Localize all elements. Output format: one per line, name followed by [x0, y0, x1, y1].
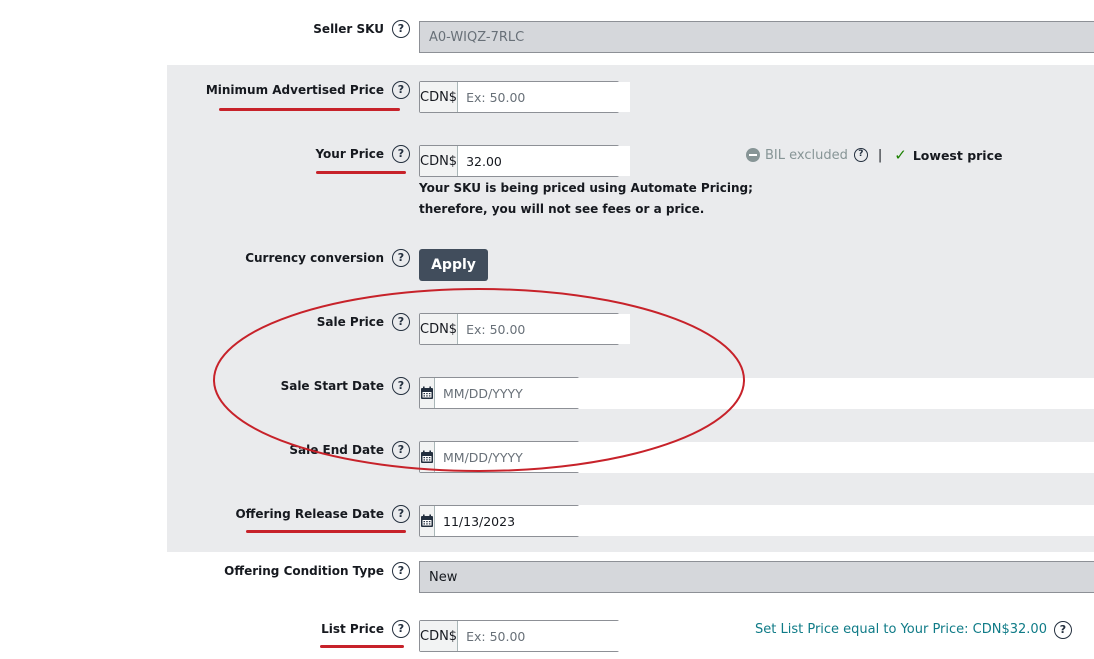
- separator: |: [877, 147, 883, 163]
- help-icon[interactable]: ?: [392, 20, 410, 38]
- automate-pricing-note: Your SKU is being priced using Automate …: [419, 178, 753, 220]
- annotation-underline: [219, 108, 400, 111]
- sale-start-date-input[interactable]: [435, 378, 607, 408]
- release-date-input-group: [419, 505, 607, 537]
- help-icon[interactable]: ?: [392, 313, 410, 331]
- checkmark-icon: ✓: [894, 146, 907, 164]
- currency-prefix: CDN$: [420, 146, 459, 176]
- condition-field: New: [419, 561, 1094, 593]
- annotation-underline: [320, 645, 404, 648]
- sale-price-label-row: Sale Price ?: [0, 313, 410, 335]
- release-date-label: Offering Release Date: [235, 507, 384, 521]
- currency-prefix: CDN$: [420, 82, 459, 112]
- annotation-underline: [246, 530, 406, 533]
- sale-price-label: Sale Price: [316, 315, 384, 329]
- your-price-input-group: CDN$: [419, 145, 631, 177]
- help-icon[interactable]: ?: [392, 620, 410, 638]
- currency-prefix: CDN$: [420, 621, 459, 651]
- note-line: therefore, you will not see fees or a pr…: [419, 202, 705, 216]
- sale-start-label-row: Sale Start Date ?: [0, 377, 410, 399]
- map-input-group: CDN$: [419, 81, 631, 113]
- seller-sku-label: Seller SKU: [313, 22, 384, 36]
- currency-conversion-label: Currency conversion: [245, 251, 384, 265]
- sale-price-input-group: CDN$: [419, 313, 631, 345]
- apply-button[interactable]: Apply: [419, 249, 488, 281]
- sale-end-input-group: [419, 441, 607, 473]
- annotation-underline: [316, 171, 406, 174]
- calendar-icon[interactable]: [420, 378, 435, 408]
- help-icon[interactable]: ?: [1054, 621, 1072, 639]
- price-status: BIL excluded ? | ✓ Lowest price: [746, 146, 1002, 164]
- help-icon[interactable]: ?: [392, 145, 410, 163]
- note-line: Your SKU is being priced using Automate …: [419, 181, 753, 195]
- release-date-label-row: Offering Release Date ?: [0, 505, 410, 527]
- release-date-input[interactable]: [435, 506, 607, 536]
- sale-end-label-row: Sale End Date ?: [0, 441, 410, 463]
- condition-label: Offering Condition Type: [224, 564, 384, 578]
- help-icon[interactable]: ?: [392, 505, 410, 523]
- your-price-input[interactable]: [458, 146, 631, 176]
- bil-excluded-text: BIL excluded: [765, 147, 848, 163]
- set-list-price-link[interactable]: Set List Price equal to Your Price: CDN$…: [755, 622, 1047, 637]
- help-icon[interactable]: ?: [392, 441, 410, 459]
- currency-conversion-label-row: Currency conversion ?: [0, 249, 410, 271]
- help-icon[interactable]: ?: [392, 562, 410, 580]
- sale-start-label: Sale Start Date: [280, 379, 384, 393]
- lowest-price-text: Lowest price: [912, 147, 1003, 163]
- your-price-label: Your Price: [315, 147, 384, 161]
- row-highlight: [578, 378, 1094, 409]
- sale-end-date-input[interactable]: [435, 442, 607, 472]
- pricing-panel: [167, 65, 1094, 552]
- help-icon[interactable]: ?: [853, 148, 868, 162]
- map-input[interactable]: [458, 82, 631, 112]
- help-icon[interactable]: ?: [392, 377, 410, 395]
- minus-circle-icon: [746, 148, 760, 162]
- seller-sku-field: A0-WIQZ-7RLC: [419, 21, 1094, 53]
- list-price-label-row: List Price ?: [0, 620, 410, 642]
- sale-start-input-group: [419, 377, 607, 409]
- list-price-input-group: CDN$: [419, 620, 631, 652]
- currency-prefix: CDN$: [420, 314, 459, 344]
- sale-end-label: Sale End Date: [289, 443, 384, 457]
- calendar-icon[interactable]: [420, 442, 435, 472]
- condition-label-row: Offering Condition Type ?: [0, 562, 410, 584]
- map-label: Minimum Advertised Price: [205, 83, 384, 97]
- calendar-icon[interactable]: [420, 506, 435, 536]
- list-price-input[interactable]: [458, 621, 631, 651]
- row-highlight: [578, 505, 1094, 536]
- sale-price-input[interactable]: [458, 314, 631, 344]
- list-price-label: List Price: [321, 622, 384, 636]
- seller-sku-label-row: Seller SKU ?: [0, 20, 410, 42]
- your-price-label-row: Your Price ?: [0, 145, 410, 167]
- help-icon[interactable]: ?: [392, 249, 410, 267]
- map-label-row: Minimum Advertised Price ?: [0, 81, 410, 103]
- row-highlight: [578, 442, 1094, 473]
- help-icon[interactable]: ?: [392, 81, 410, 99]
